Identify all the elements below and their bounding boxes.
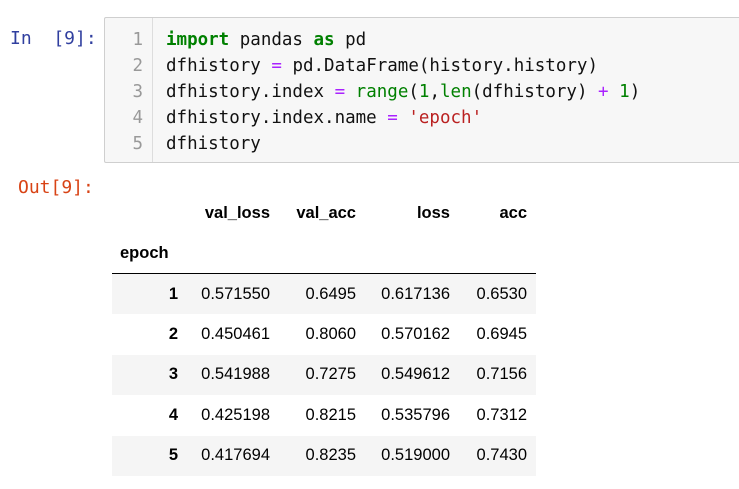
table-row: 5 0.417694 0.8235 0.519000 0.7430	[112, 435, 536, 476]
keyword-as: as	[313, 30, 335, 50]
table-row: 4 0.425198 0.8215 0.535796 0.7312	[112, 395, 536, 436]
table-cell: 0.535796	[381, 405, 450, 424]
code-text: dfhistory	[166, 134, 261, 154]
input-prompt: In [9]:	[10, 28, 97, 49]
table-cell: 0.8235	[305, 446, 356, 465]
operator-assign: =	[387, 108, 398, 128]
table-cell: 0.617136	[381, 284, 450, 303]
column-header: loss	[416, 203, 450, 222]
line-number: 1	[132, 30, 143, 50]
table-cell: 0.6945	[476, 324, 527, 343]
code-text: dfhistory.index	[166, 82, 335, 102]
dataframe-table: val_loss val_acc loss acc epoch 1 0.5715…	[112, 193, 536, 476]
line-number: 2	[132, 56, 143, 76]
line-number: 3	[132, 82, 143, 102]
code-text: dfhistory	[166, 56, 272, 76]
row-index: 4	[168, 405, 178, 424]
row-index: 2	[168, 324, 178, 343]
column-header: acc	[499, 203, 527, 222]
line-number-gutter: 1 2 3 4 5	[105, 18, 153, 162]
row-index: 1	[168, 284, 178, 303]
table-cell: 0.417694	[201, 446, 270, 465]
operator-plus: +	[598, 82, 609, 102]
builtin-range: range	[355, 82, 409, 102]
table-cell: 0.8060	[305, 324, 356, 343]
builtin-len: len	[440, 82, 472, 102]
table-cell: 0.541988	[201, 365, 270, 384]
table-cell: 0.6530	[476, 284, 527, 303]
column-header: val_acc	[296, 203, 356, 222]
table-cell: 0.7430	[476, 446, 527, 465]
output-area: val_loss val_acc loss acc epoch 1 0.5715…	[112, 193, 536, 476]
row-index: 5	[168, 446, 178, 465]
number-literal: 1	[619, 82, 630, 102]
operator-assign: =	[334, 82, 346, 102]
table-row: 3 0.541988 0.7275 0.549612 0.7156	[112, 354, 536, 395]
table-cell: 0.549612	[381, 365, 450, 384]
table-cell: 0.570162	[381, 324, 450, 343]
row-index: 3	[168, 365, 178, 384]
table-cell: 0.7156	[476, 365, 527, 384]
code-text: )	[629, 82, 641, 102]
code-text: (	[408, 82, 419, 102]
code-line-1: import pandas as pd	[166, 27, 366, 53]
string-literal: 'epoch'	[408, 108, 483, 128]
table-cell: 0.425198	[201, 405, 270, 424]
column-header-row: val_loss val_acc loss acc	[112, 193, 536, 233]
table-row: 2 0.450461 0.8060 0.570162 0.6945	[112, 314, 536, 355]
code-text: pandas	[229, 30, 314, 50]
code-text: pd.DataFrame(history.history)	[281, 56, 598, 76]
index-name: epoch	[120, 243, 169, 262]
line-number: 5	[132, 134, 143, 154]
operator-assign: =	[271, 56, 282, 76]
keyword-import: import	[166, 30, 230, 50]
table-cell: 0.450461	[201, 324, 270, 343]
number-literal: 1	[418, 82, 430, 102]
table-cell: 0.6495	[305, 284, 356, 303]
code-line-5: dfhistory	[166, 131, 261, 157]
column-header: val_loss	[204, 203, 270, 222]
code-cell-editor[interactable]: 1 2 3 4 5 import pandas as pd dfhistory …	[104, 17, 739, 163]
line-number: 4	[132, 108, 143, 128]
code-line-4: dfhistory.index.name = 'epoch'	[166, 105, 482, 131]
code-text: (dfhistory)	[471, 82, 599, 102]
table-cell: 0.8215	[305, 405, 356, 424]
table-cell: 0.7312	[476, 405, 527, 424]
table-row: 1 0.571550 0.6495 0.617136 0.6530	[112, 273, 536, 314]
code-text: pd	[334, 30, 367, 50]
table-cell: 0.571550	[201, 284, 270, 303]
code-line-3: dfhistory.index = range(1,len(dfhistory)…	[166, 79, 640, 105]
code-text: ,	[429, 82, 440, 102]
table-cell: 0.519000	[381, 446, 450, 465]
output-prompt: Out[9]:	[18, 177, 94, 198]
code-line-2: dfhistory = pd.DataFrame(history.history…	[166, 53, 598, 79]
index-name-row: epoch	[112, 233, 536, 274]
index-corner	[112, 193, 185, 233]
code-text: dfhistory.index.name	[166, 108, 388, 128]
table-cell: 0.7275	[305, 365, 356, 384]
